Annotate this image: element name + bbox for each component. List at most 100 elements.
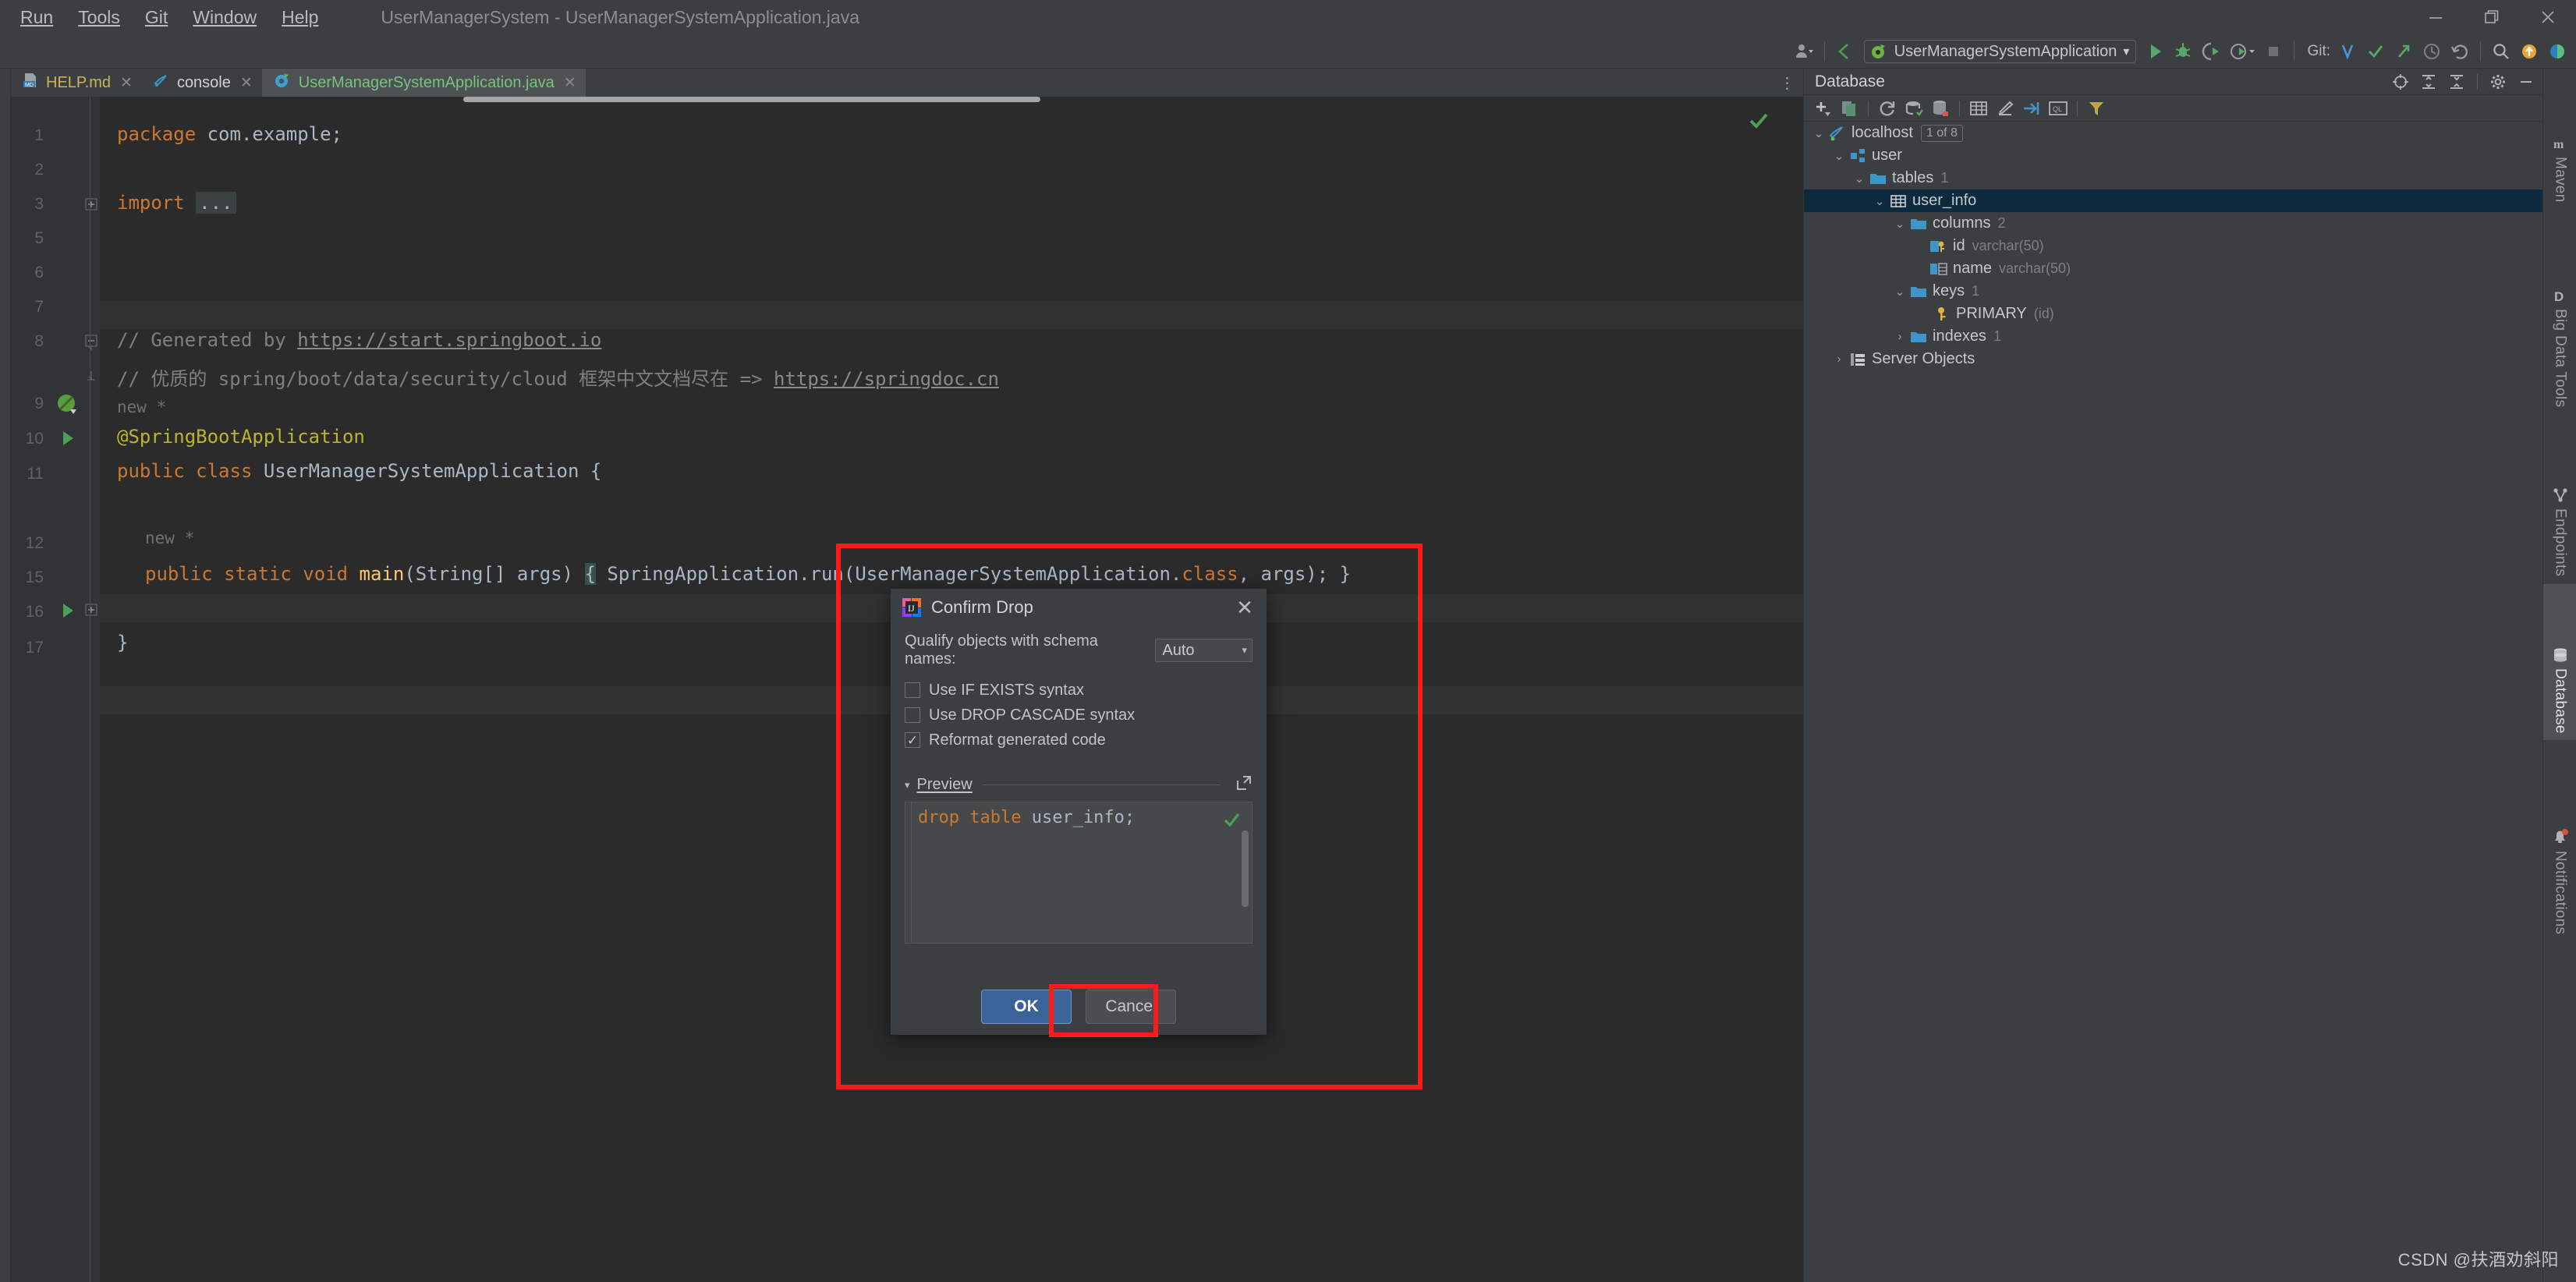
chevron-down-icon[interactable]: ▾ (2123, 44, 2129, 59)
refresh-icon[interactable] (1875, 97, 1900, 120)
collapse-all-icon[interactable] (2446, 71, 2468, 93)
debug-icon[interactable] (2169, 34, 2197, 69)
locate-icon[interactable] (2390, 71, 2411, 93)
chevron-right-icon[interactable]: › (1830, 352, 1848, 366)
chevron-down-icon[interactable]: ▾ (905, 779, 910, 792)
hide-panel-icon[interactable] (2515, 71, 2537, 93)
fold-expand-icon[interactable] (85, 198, 97, 214)
checkbox-use-drop-cascade[interactable]: Use DROP CASCADE syntax (905, 703, 1253, 728)
confirm-drop-dialog[interactable]: IJ Confirm Drop ✕ Qualify objects with s… (891, 589, 1267, 1035)
menu-item-window[interactable]: Window (180, 5, 269, 30)
folded-imports-region[interactable]: ... (196, 192, 236, 214)
settings-gear-icon[interactable] (2487, 71, 2509, 93)
chevron-down-icon[interactable]: ⌄ (1830, 149, 1848, 163)
fold-collapse-icon[interactable] (85, 335, 97, 356)
minimize-button[interactable] (2408, 0, 2464, 34)
profile-icon[interactable] (2225, 34, 2259, 69)
checkbox-box[interactable] (905, 707, 920, 723)
close-icon[interactable]: ✕ (120, 74, 133, 92)
chevron-down-icon[interactable]: ⌄ (1871, 194, 1888, 208)
database-diff-icon[interactable] (1928, 97, 1953, 120)
sql-preview-box[interactable]: drop table user_info; (905, 802, 1253, 944)
checkbox-box[interactable] (905, 682, 920, 698)
menu-item-tools[interactable]: Tools (66, 5, 133, 30)
chevron-down-icon[interactable]: ⌄ (1851, 172, 1868, 186)
jump-to-console-icon[interactable] (2019, 97, 2044, 120)
tool-button-notifications[interactable]: Notifications (2543, 742, 2576, 940)
close-icon[interactable]: ✕ (1234, 596, 1256, 619)
qualify-objects-select[interactable]: Auto ▾ (1155, 639, 1253, 662)
fold-expand-method-icon[interactable] (85, 604, 97, 620)
close-icon[interactable]: ✕ (564, 74, 576, 92)
tree-node-column-name[interactable]: name varchar(50) (1804, 257, 2543, 280)
menu-item-git[interactable]: Git (133, 5, 180, 30)
tool-button-database[interactable]: Database (2543, 584, 2576, 740)
tree-node-columns[interactable]: ⌄ columns 2 (1804, 212, 2543, 235)
springdoc-link[interactable]: https://springdoc.cn (774, 368, 999, 390)
tree-node-user-schema[interactable]: ⌄ user (1804, 144, 2543, 167)
git-push-icon[interactable] (2390, 34, 2418, 69)
sync-icon[interactable] (1901, 97, 1926, 120)
close-icon[interactable]: ✕ (240, 74, 253, 92)
chevron-down-icon[interactable]: ▾ (1242, 644, 1247, 657)
tree-node-keys[interactable]: ⌄ keys 1 (1804, 280, 2543, 303)
run-class-gutter-icon[interactable] (58, 428, 78, 452)
chevron-down-icon[interactable]: ⌄ (1891, 285, 1908, 299)
expand-all-icon[interactable] (2418, 71, 2440, 93)
checkbox-use-if-exists[interactable]: Use IF EXISTS syntax (905, 678, 1253, 703)
git-commit-icon[interactable] (2362, 34, 2390, 69)
preview-section-header[interactable]: ▾ Preview (905, 774, 1253, 795)
restore-button[interactable] (2464, 0, 2520, 34)
user-settings-icon[interactable] (1790, 34, 1818, 69)
menu-item-help[interactable]: Help (269, 5, 331, 30)
back-arrow-icon[interactable] (1831, 34, 1859, 69)
tree-node-localhost[interactable]: ⌄ localhost 1 of 8 (1804, 122, 2543, 144)
tool-button-big-data-tools[interactable]: Big Data Tools D (2543, 211, 2576, 413)
inspection-ok-check-icon[interactable] (1747, 109, 1770, 137)
chevron-down-icon[interactable]: ⌄ (1891, 217, 1908, 231)
run-with-coverage-icon[interactable] (2197, 34, 2225, 69)
run-configuration-selector[interactable]: UserManagerSystemApplication ▾ (1863, 40, 2137, 63)
tree-node-column-id[interactable]: id varchar(50) (1804, 235, 2543, 257)
tree-node-user-info-table[interactable]: ⌄ user_info (1804, 189, 2543, 212)
checkbox-box[interactable]: ✓ (905, 732, 920, 748)
tree-node-indexes[interactable]: › indexes 1 (1804, 325, 2543, 348)
database-tree[interactable]: ⌄ localhost 1 of 8 ⌄ user ⌄ tables 1 ⌄ u… (1804, 122, 2543, 1282)
spring-bean-gutter-icon[interactable] (56, 393, 80, 420)
editor-tab-console[interactable]: console ✕ (142, 69, 262, 97)
chevron-down-icon[interactable]: ⌄ (1810, 126, 1827, 140)
run-method-gutter-icon[interactable] (58, 600, 78, 625)
close-button[interactable] (2520, 0, 2576, 34)
editor-tab-help-md[interactable]: MD HELP.md ✕ (11, 69, 142, 97)
tab-overflow-icon[interactable]: ⋮ (1777, 69, 1798, 97)
modify-icon[interactable] (1993, 97, 2018, 120)
tool-button-endpoints[interactable]: Endpoints (2543, 415, 2576, 583)
open-in-editor-icon[interactable] (1235, 774, 1253, 795)
ok-button[interactable]: OK (981, 990, 1072, 1024)
chevron-right-icon[interactable]: › (1891, 330, 1908, 343)
tree-node-tables[interactable]: ⌄ tables 1 (1804, 167, 2543, 189)
menu-item-run[interactable]: Run (8, 5, 66, 30)
tool-button-maven[interactable]: Maven m (2543, 69, 2576, 209)
git-update-icon[interactable] (2333, 34, 2362, 69)
notifications-icon[interactable] (2515, 34, 2543, 69)
checkbox-reformat-generated-code[interactable]: ✓ Reformat generated code (905, 728, 1253, 753)
add-new-icon[interactable] (1810, 97, 1835, 120)
search-everywhere-icon[interactable] (2487, 34, 2515, 69)
springboot-start-link[interactable]: https://start.springboot.io (297, 329, 601, 351)
editor-tab-usermanagersystemapplication-java[interactable]: UserManagerSystemApplication.java ✕ (261, 69, 586, 97)
editor-gutter[interactable]: 1 2 3 5 6 7 8 9 10 11 12 15 16 17 (11, 97, 100, 1282)
tree-node-server-objects[interactable]: › Server Objects (1804, 348, 2543, 370)
stop-icon[interactable] (2259, 34, 2287, 69)
preview-scrollbar[interactable] (1242, 830, 1249, 907)
query-console-icon[interactable]: QL (2046, 97, 2071, 120)
git-rollback-icon[interactable] (2446, 34, 2474, 69)
git-history-icon[interactable] (2418, 34, 2446, 69)
ide-theme-icon[interactable] (2543, 34, 2571, 69)
tree-node-primary-key[interactable]: PRIMARY (id) (1804, 303, 2543, 325)
run-icon[interactable] (2141, 34, 2169, 69)
duplicate-icon[interactable] (1837, 97, 1862, 120)
cancel-button[interactable]: Cancel (1086, 990, 1176, 1024)
filter-icon[interactable] (2084, 97, 2109, 120)
table-editor-icon[interactable] (1966, 97, 1991, 120)
